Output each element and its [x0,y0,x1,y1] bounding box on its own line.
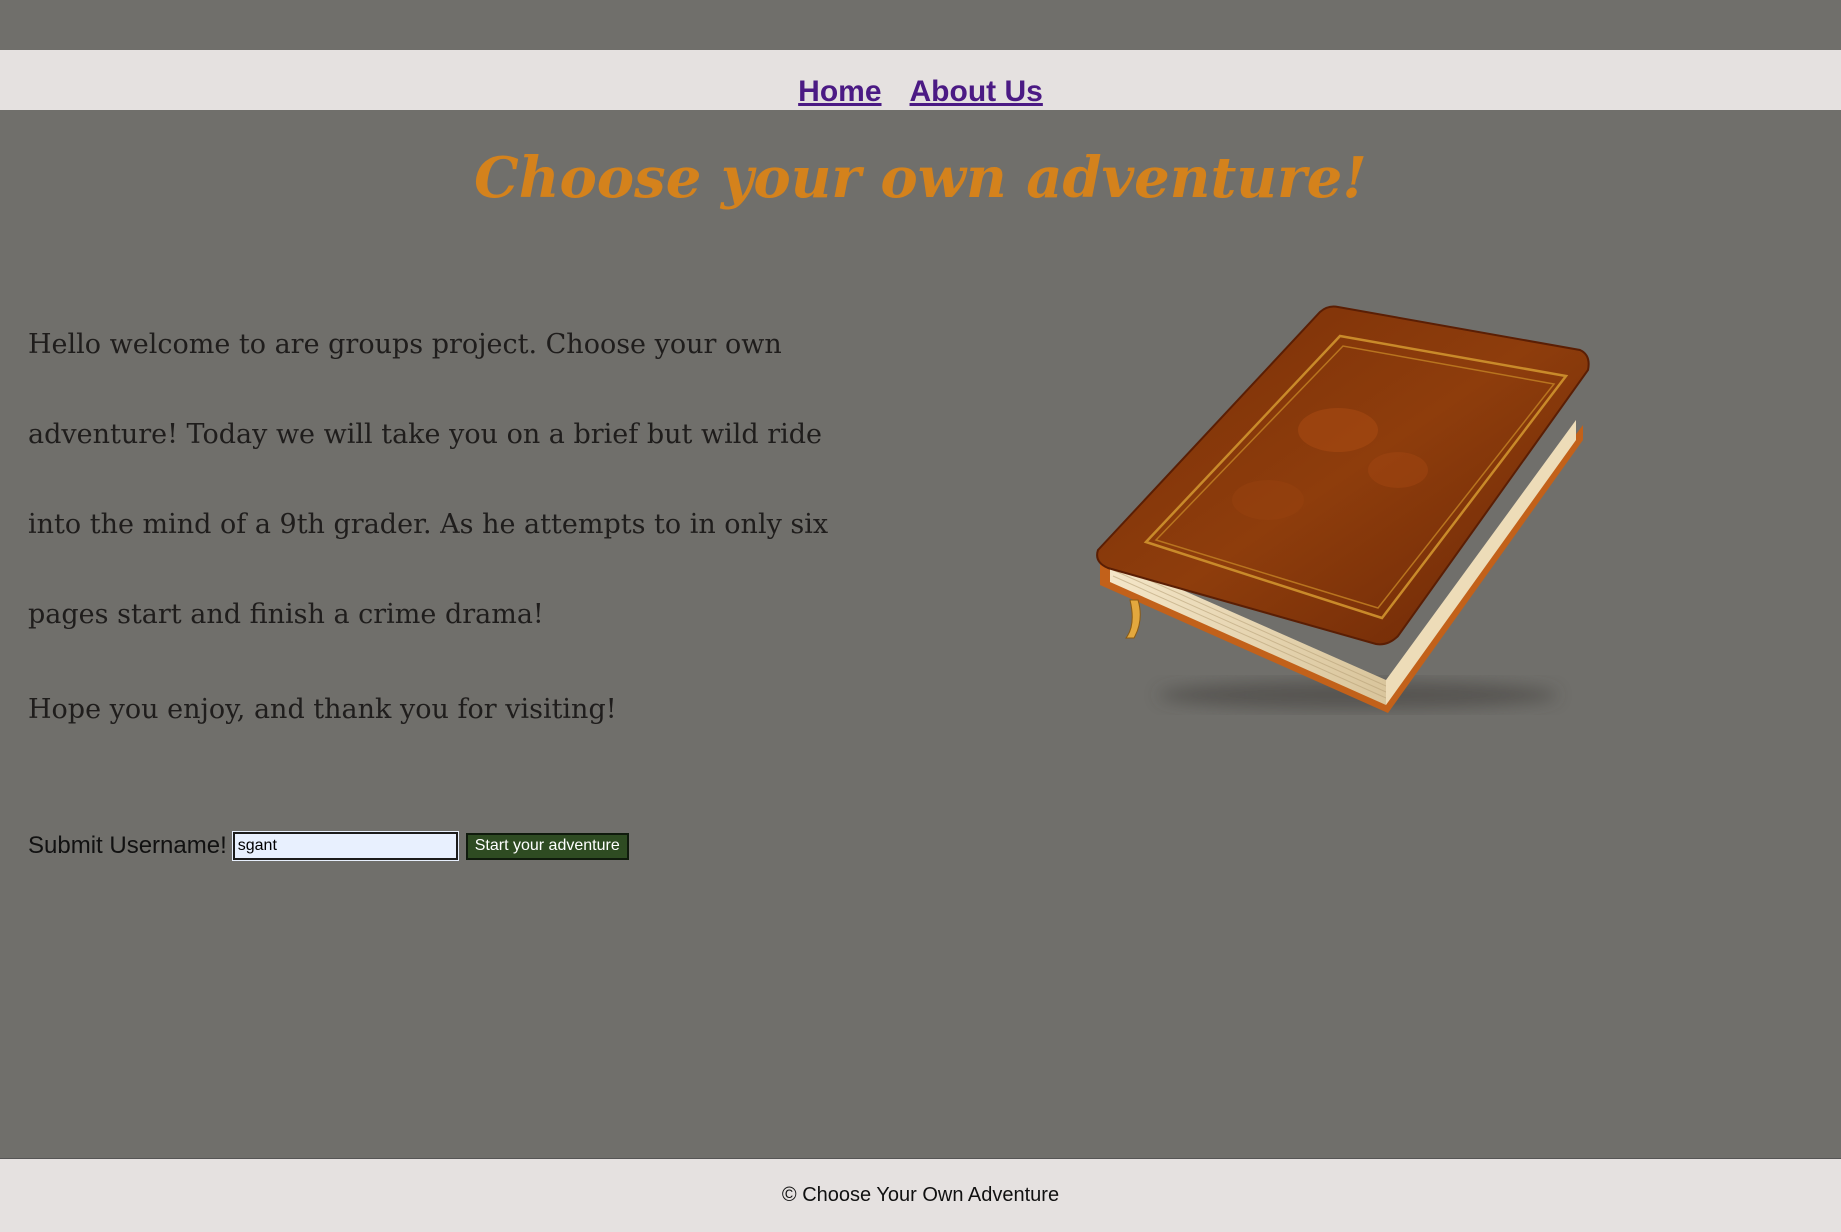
intro-paragraph: Hello welcome to are groups project. Cho… [28,329,829,630]
thanks-paragraph: Hope you enjoy, and thank you for visiti… [28,694,617,725]
book-image [1088,300,1608,730]
page-footer: © Choose Your Own Adventure [0,1158,1841,1232]
page-title: Choose your own adventure! [474,145,1367,211]
username-form: Submit Username! Start your adventure [28,831,629,861]
main-nav: Home About Us [0,50,1841,110]
nav-home-link[interactable]: Home [798,77,881,110]
start-adventure-button[interactable]: Start your adventure [465,832,629,860]
book-illustration [1096,305,1590,713]
top-spacer [0,0,1841,50]
username-label: Submit Username! [28,832,227,859]
nav-about-link[interactable]: About Us [910,77,1043,110]
username-input[interactable] [231,831,459,861]
footer-copyright: © Choose Your Own Adventure [781,1184,1060,1206]
